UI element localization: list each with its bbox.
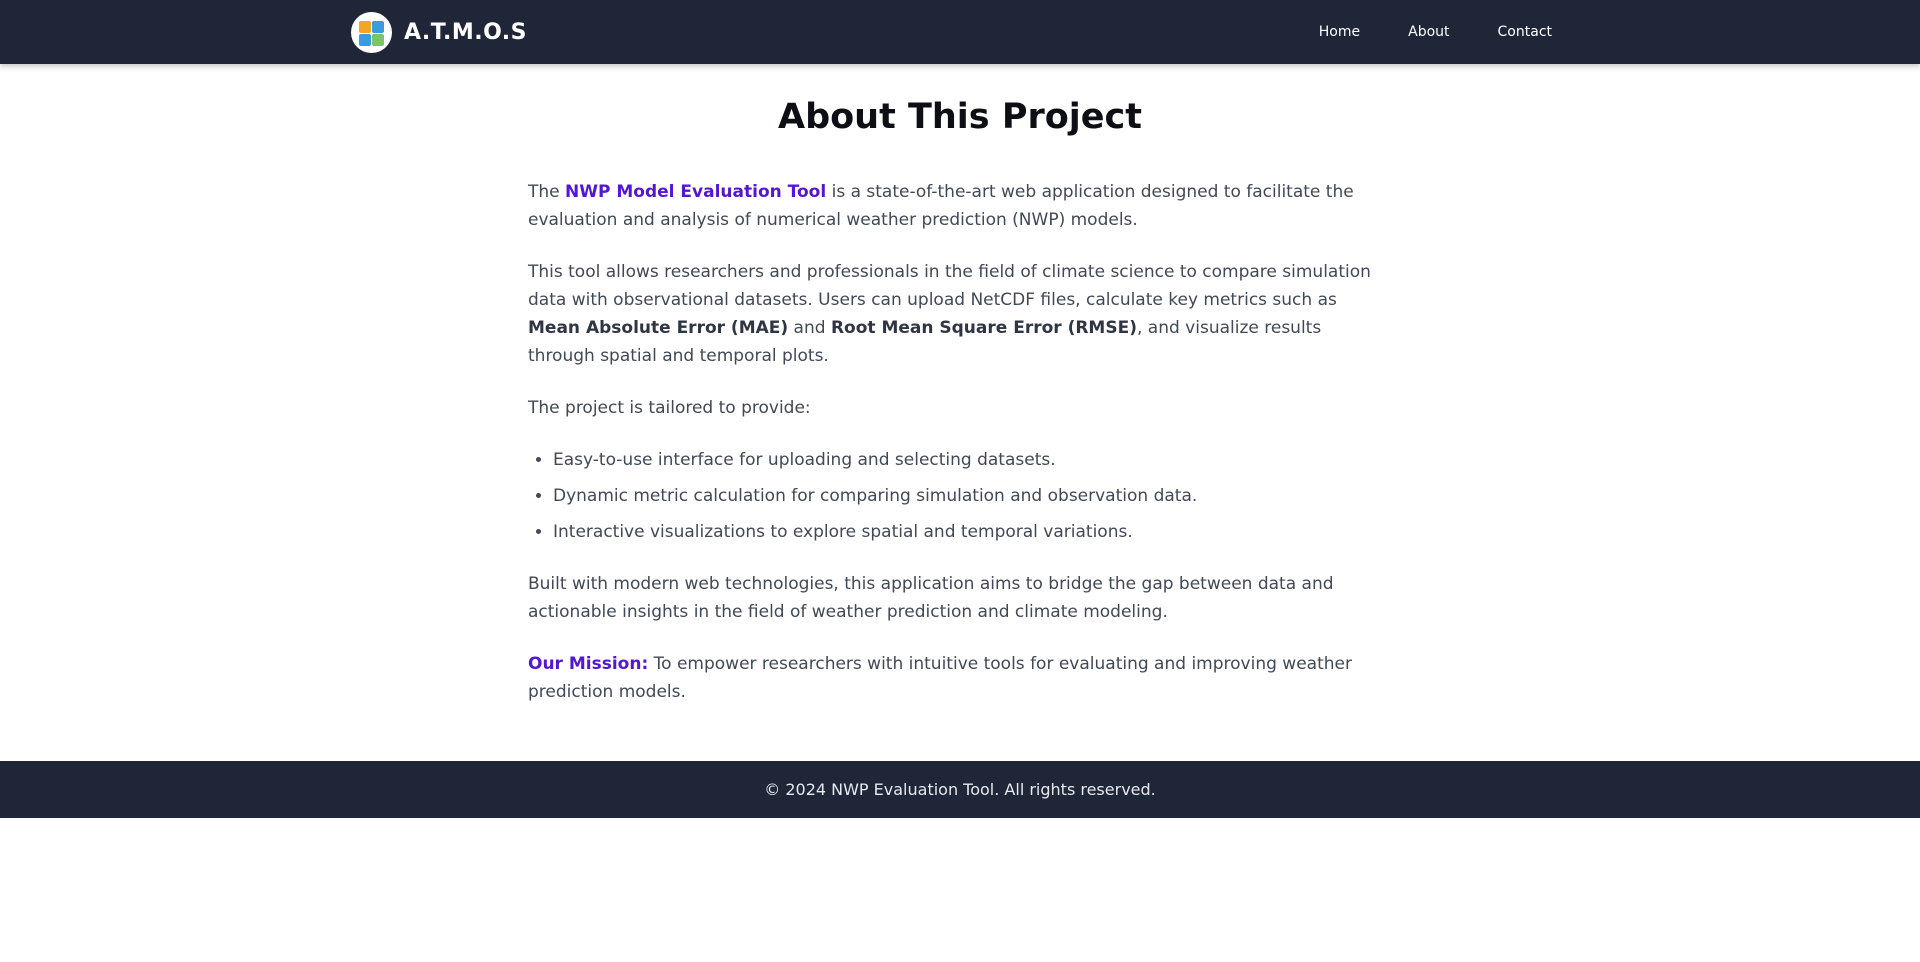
nav-links: Home About Contact	[1271, 0, 1552, 64]
nav-link-about[interactable]: About	[1408, 24, 1449, 40]
brand-name: A.T.M.O.S	[404, 20, 527, 45]
description-text-1: This tool allows researchers and profess…	[528, 262, 1371, 310]
list-item: Easy-to-use interface for uploading and …	[553, 446, 1392, 474]
mission-paragraph: Our Mission: To empower researchers with…	[528, 650, 1392, 706]
technology-paragraph: Built with modern web technologies, this…	[528, 574, 1334, 622]
brand[interactable]: A.T.M.O.S	[351, 12, 527, 53]
nav-link-contact[interactable]: Contact	[1498, 24, 1552, 40]
list-item: Interactive visualizations to explore sp…	[553, 518, 1392, 546]
mae-metric: Mean Absolute Error (MAE)	[528, 318, 789, 338]
main-content: About This Project The NWP Model Evaluat…	[528, 94, 1392, 730]
page-title: About This Project	[778, 97, 1142, 137]
tailored-intro: The project is tailored to provide:	[528, 398, 811, 418]
intro-paragraph: The NWP Model Evaluation Tool is a state…	[528, 178, 1392, 234]
feature-list: Easy-to-use interface for uploading and …	[528, 446, 1392, 546]
copyright-text: © 2024 NWP Evaluation Tool. All rights r…	[764, 780, 1156, 799]
footer: © 2024 NWP Evaluation Tool. All rights r…	[0, 761, 1920, 818]
intro-text-pre: The	[528, 182, 566, 202]
navbar: A.T.M.O.S Home About Contact	[0, 0, 1920, 64]
mission-text: To empower researchers with intuitive to…	[528, 654, 1352, 702]
description-text-2: and	[788, 318, 831, 338]
mission-label: Our Mission:	[528, 654, 649, 674]
rmse-metric: Root Mean Square Error (RMSE)	[830, 318, 1137, 338]
description-paragraph: This tool allows researchers and profess…	[528, 258, 1392, 370]
nav-link-home[interactable]: Home	[1319, 24, 1360, 40]
tool-name-highlight: NWP Model Evaluation Tool	[565, 182, 827, 202]
weather-quadrant-logo-icon	[351, 12, 392, 53]
list-item: Dynamic metric calculation for comparing…	[553, 482, 1392, 510]
